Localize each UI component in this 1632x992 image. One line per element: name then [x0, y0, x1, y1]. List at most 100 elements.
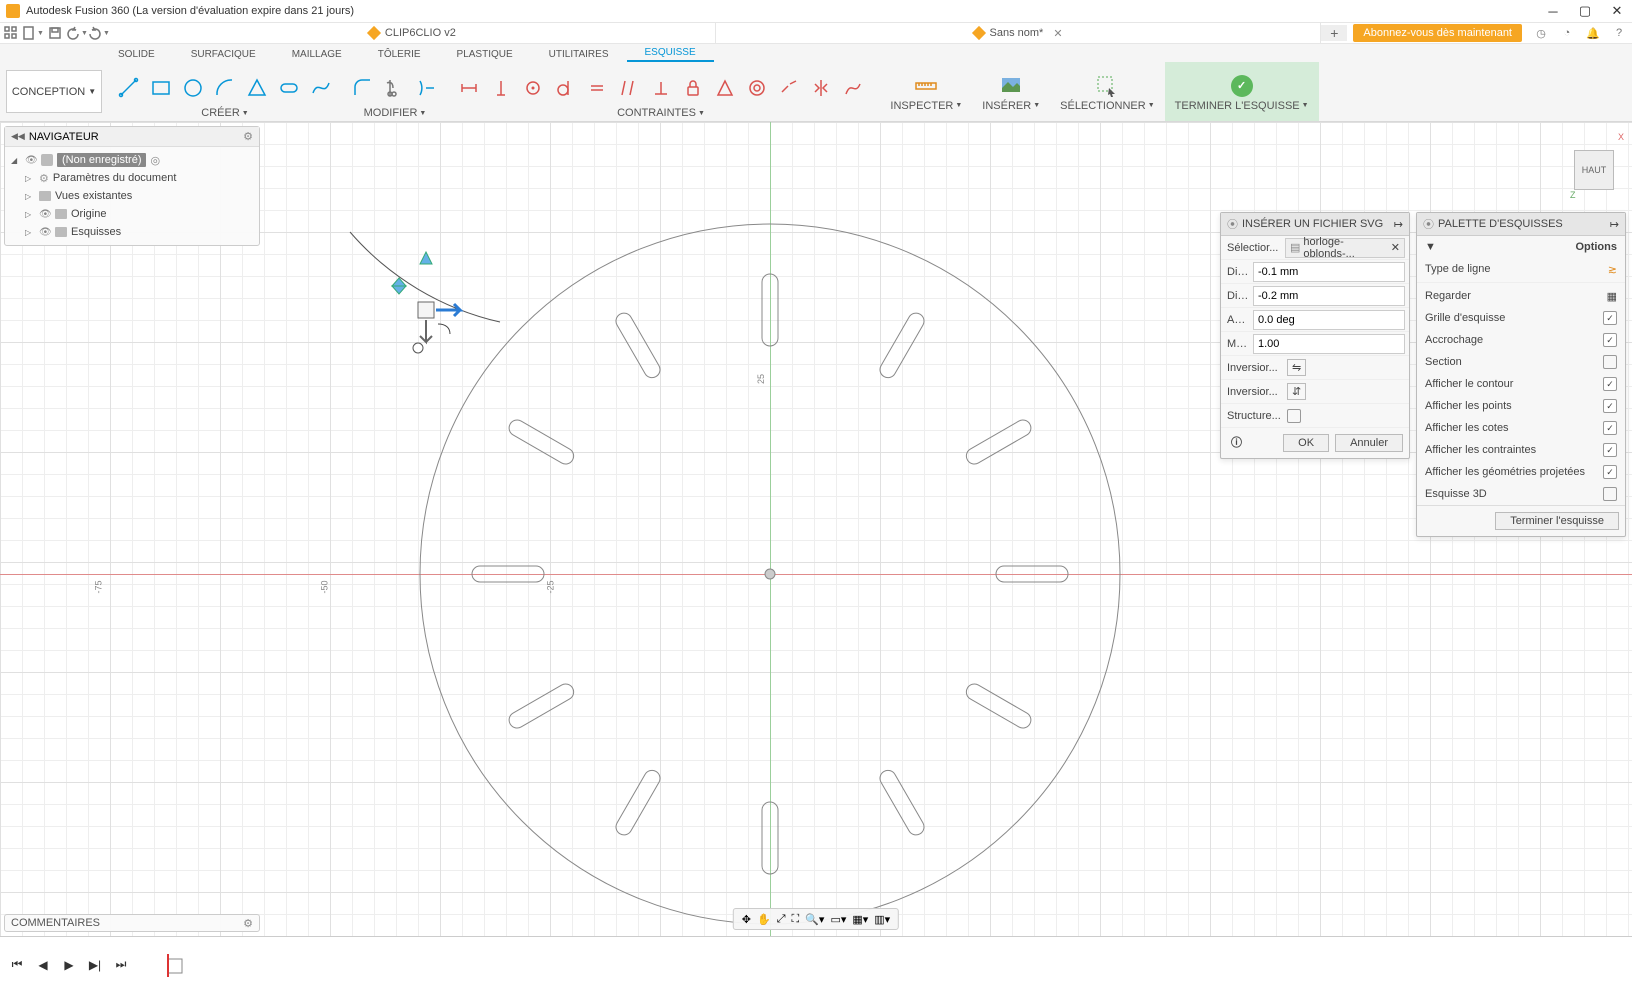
viewport-icon[interactable]: ▥▾: [874, 913, 890, 926]
file-menu-button[interactable]: ▼: [22, 22, 44, 44]
rectangle-tool[interactable]: [148, 75, 174, 101]
symmetry-constraint[interactable]: [808, 75, 834, 101]
group-label-constraints[interactable]: CONTRAINTES▼: [617, 107, 705, 119]
tree-item-views[interactable]: ▷ Vues existantes: [11, 187, 253, 205]
timeline-start[interactable]: ⏮: [8, 956, 26, 974]
linetype-icon[interactable]: ≳: [1608, 263, 1617, 276]
clear-icon[interactable]: ✕: [1391, 241, 1400, 254]
timeline-next[interactable]: ▶|: [86, 956, 104, 974]
tab-utilities[interactable]: UTILITAIRES: [531, 47, 627, 62]
canvas[interactable]: -75 -50 -25 25: [0, 122, 1632, 936]
panel-header[interactable]: ⦿PALETTE D'ESQUISSES↦: [1417, 213, 1625, 236]
cancel-button[interactable]: Annuler: [1335, 434, 1403, 452]
timeline-sketch-feature[interactable]: [166, 956, 184, 974]
projected-check[interactable]: ✓: [1603, 465, 1617, 479]
concentric-constraint[interactable]: [744, 75, 770, 101]
collapse-icon[interactable]: ◀◀: [11, 131, 25, 142]
flip-h-button[interactable]: ⇋: [1287, 359, 1306, 376]
polygon-tool[interactable]: [244, 75, 270, 101]
expand-icon[interactable]: ↦: [1394, 218, 1403, 231]
extensions-icon[interactable]: ◷: [1532, 24, 1550, 42]
panel-header[interactable]: ⦿INSÉRER UN FICHIER SVG↦: [1221, 213, 1409, 236]
redo-button[interactable]: ▼: [88, 22, 110, 44]
coincident-constraint[interactable]: [520, 75, 546, 101]
visibility-icon[interactable]: 👁: [39, 209, 51, 220]
parallel-constraint[interactable]: [616, 75, 642, 101]
tab-mesh[interactable]: MAILLAGE: [274, 47, 360, 62]
browser-header[interactable]: ◀◀ NAVIGATEUR ⚙: [5, 127, 259, 147]
fit-icon[interactable]: ⛶: [792, 913, 800, 926]
select-menu[interactable]: SÉLECTIONNER▼: [1050, 62, 1165, 121]
equal-constraint[interactable]: [584, 75, 610, 101]
spline-tool[interactable]: [308, 75, 334, 101]
tree-item-docparams[interactable]: ▷ ⚙ Paramètres du document: [11, 169, 253, 187]
circle-tool[interactable]: [180, 75, 206, 101]
data-panel-button[interactable]: [0, 22, 22, 44]
tree-item-sketches[interactable]: ▷👁 Esquisses: [11, 223, 253, 241]
trim-tool[interactable]: [382, 75, 408, 101]
fix-constraint[interactable]: [680, 75, 706, 101]
sketch3d-check[interactable]: [1603, 487, 1617, 501]
orbit-icon[interactable]: ✥: [742, 913, 751, 926]
points-check[interactable]: ✓: [1603, 399, 1617, 413]
midpoint-constraint[interactable]: [712, 75, 738, 101]
angle-input[interactable]: [1253, 310, 1405, 330]
horizontal-constraint[interactable]: [456, 75, 482, 101]
notifications-icon[interactable]: 🔔: [1584, 24, 1602, 42]
insert-menu[interactable]: INSÉRER▼: [972, 62, 1050, 121]
constraints-check[interactable]: ✓: [1603, 443, 1617, 457]
fillet-tool[interactable]: [350, 75, 376, 101]
dims-check[interactable]: ✓: [1603, 421, 1617, 435]
minimize-button[interactable]: ─: [1544, 2, 1562, 20]
viewcube-face[interactable]: HAUT: [1574, 150, 1614, 190]
grid-settings-icon[interactable]: ▦▾: [852, 913, 868, 926]
maximize-button[interactable]: ▢: [1576, 2, 1594, 20]
document-tab-1[interactable]: CLIP6CLIO v2: [110, 22, 716, 44]
comments-panel[interactable]: COMMENTAIRES⚙: [4, 914, 260, 932]
workspace-switch[interactable]: CONCEPTION▼: [6, 70, 102, 113]
perpendicular-constraint[interactable]: [648, 75, 674, 101]
move-gizmo[interactable]: [380, 242, 480, 362]
snap-check[interactable]: ✓: [1603, 333, 1617, 347]
finish-sketch-button[interactable]: ✓ TERMINER L'ESQUISSE▼: [1165, 62, 1319, 121]
jobs-icon[interactable]: ◔: [1558, 24, 1576, 42]
distance-y-input[interactable]: [1253, 286, 1405, 306]
group-label-create[interactable]: CRÉER▼: [201, 107, 248, 119]
inspect-menu[interactable]: INSPECTER▼: [880, 62, 972, 121]
pan-icon[interactable]: ✋: [757, 913, 771, 926]
viewcube[interactable]: X HAUT Z: [1554, 130, 1624, 200]
ok-button[interactable]: OK: [1283, 434, 1329, 452]
timeline-play[interactable]: ▶: [60, 956, 78, 974]
expand-icon[interactable]: ↦: [1610, 218, 1619, 231]
document-tab-2[interactable]: Sans nom* ✕: [716, 22, 1322, 44]
new-tab-button[interactable]: +: [1321, 25, 1347, 41]
tab-solid[interactable]: SOLIDE: [100, 47, 173, 62]
slot-tool[interactable]: [276, 75, 302, 101]
structure-check[interactable]: [1287, 409, 1301, 423]
file-chip[interactable]: ▤horloge-oblonds-...✕: [1285, 238, 1405, 258]
timeline-end[interactable]: ⏭: [112, 956, 130, 974]
vertical-constraint[interactable]: [488, 75, 514, 101]
finish-sketch-button-2[interactable]: Terminer l'esquisse: [1495, 512, 1619, 530]
tab-plastic[interactable]: PLASTIQUE: [439, 47, 531, 62]
tree-item-origin[interactable]: ▷👁 Origine: [11, 205, 253, 223]
group-label-modify[interactable]: MODIFIER▼: [364, 107, 427, 119]
look-at-button[interactable]: ▦: [1607, 290, 1617, 303]
distance-x-input[interactable]: [1253, 262, 1405, 282]
tree-root[interactable]: ◢👁 (Non enregistré) ◎: [11, 151, 253, 169]
grid-check[interactable]: ✓: [1603, 311, 1617, 325]
gear-icon[interactable]: ⚙: [243, 130, 253, 143]
zoom-window-icon[interactable]: 🔍▾: [805, 913, 824, 926]
undo-button[interactable]: ▼: [66, 22, 88, 44]
extend-tool[interactable]: [414, 75, 440, 101]
arc-tool[interactable]: [212, 75, 238, 101]
timeline-prev[interactable]: ◀: [34, 956, 52, 974]
line-tool[interactable]: [116, 75, 142, 101]
options-header[interactable]: ▼ Options: [1417, 236, 1625, 258]
subscribe-button[interactable]: Abonnez-vous dès maintenant: [1353, 24, 1522, 42]
save-button[interactable]: [44, 22, 66, 44]
curvature-constraint[interactable]: [840, 75, 866, 101]
tab-surface[interactable]: SURFACIQUE: [173, 47, 274, 62]
scale-input[interactable]: [1253, 334, 1405, 354]
flip-v-button[interactable]: ⇵: [1287, 383, 1306, 400]
